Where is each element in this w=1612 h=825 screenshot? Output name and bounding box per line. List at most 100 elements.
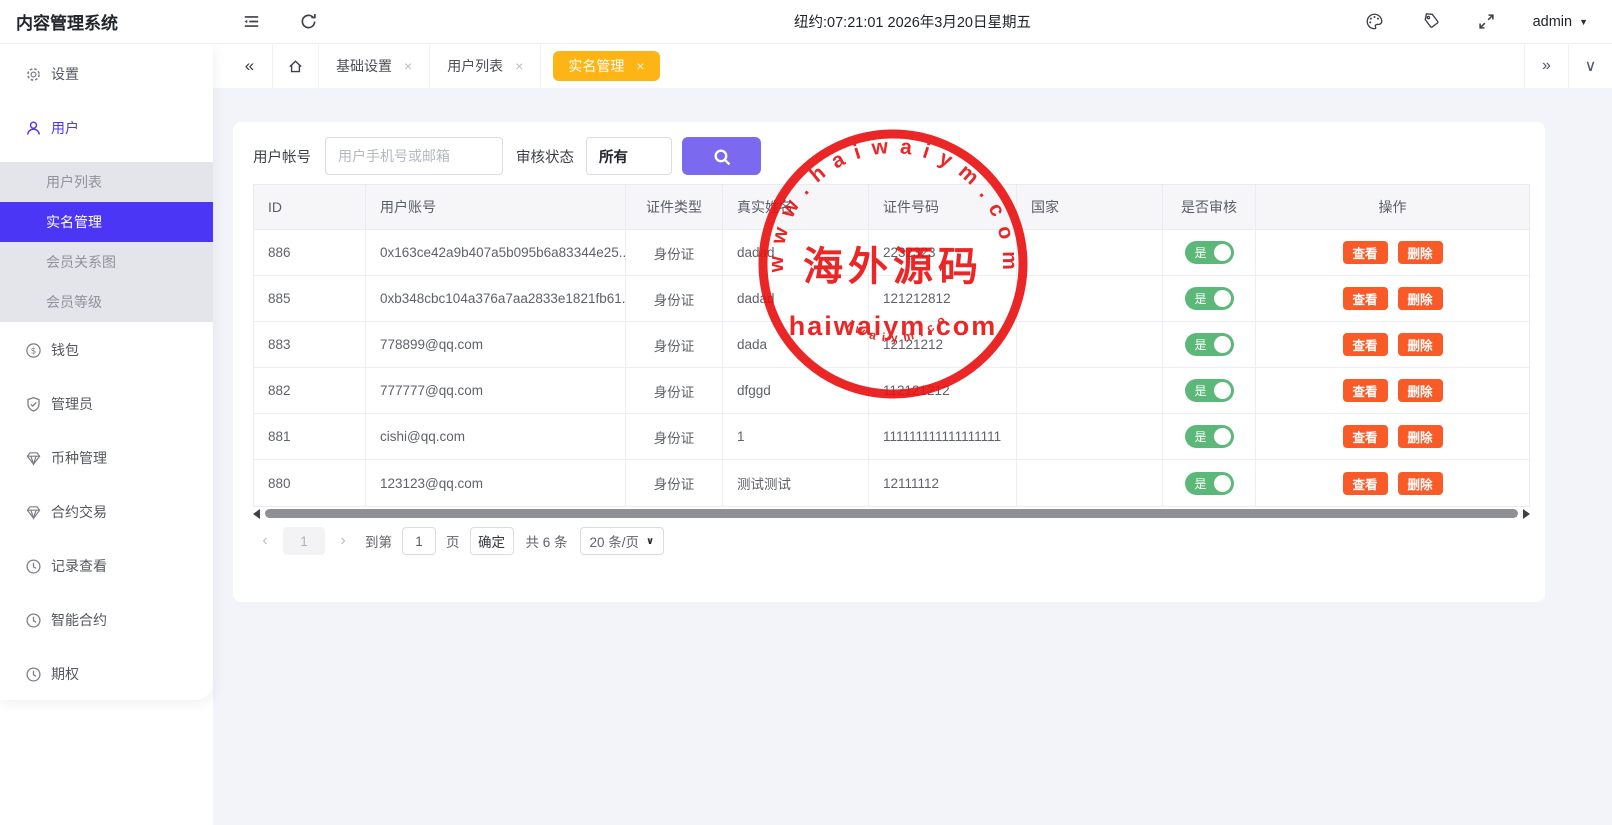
tag-icon[interactable]	[1421, 12, 1441, 32]
cell-cert-no: 2232323	[869, 230, 1017, 275]
cell-id: 886	[254, 230, 366, 275]
cell-account: 777777@qq.com	[366, 368, 626, 413]
top-bar: 内容管理系统 纽约:07:21:01 2026年3月20日星期五 admin ▼	[0, 0, 1612, 44]
delete-button[interactable]: 删除	[1398, 472, 1443, 495]
tabs-menu-chevron-icon[interactable]: ∨	[1568, 44, 1612, 88]
theme-palette-icon[interactable]	[1365, 12, 1385, 32]
sidebar-item-label: 钱包	[51, 340, 79, 360]
view-button[interactable]: 查看	[1343, 287, 1388, 310]
fullscreen-icon[interactable]	[1477, 12, 1497, 32]
sidebar-item-currency-management[interactable]: 币种管理	[0, 438, 213, 478]
sidebar-item-smart-contract[interactable]: 智能合约	[0, 600, 213, 640]
account-filter-input[interactable]	[325, 137, 503, 175]
home-tab[interactable]	[273, 44, 319, 88]
sidebar-collapse-icon[interactable]	[241, 12, 261, 32]
content-card: 用户帐号 审核状态 所有 ID 用户账号 证件类型 真实姓名 证件号码 国家 是…	[233, 122, 1545, 602]
cell-real-name: dfggd	[723, 368, 869, 413]
status-filter-select[interactable]: 所有	[586, 137, 672, 175]
close-icon[interactable]: ×	[515, 58, 523, 74]
app-title: 内容管理系统	[0, 9, 213, 34]
view-button[interactable]: 查看	[1343, 425, 1388, 448]
table-row: 882777777@qq.com身份证dfggd112121212是查看删除	[254, 368, 1529, 414]
view-button[interactable]: 查看	[1343, 241, 1388, 264]
delete-button[interactable]: 删除	[1398, 241, 1443, 264]
audit-toggle[interactable]: 是	[1185, 333, 1234, 356]
cell-cert-no: 12121212	[869, 322, 1017, 367]
cell-real-name: 1	[723, 414, 869, 459]
toggle-knob	[1214, 475, 1231, 492]
column-header-id: ID	[254, 185, 366, 229]
tab-realname-management[interactable]: 实名管理 ×	[553, 51, 659, 81]
cell-real-name: dadad	[723, 276, 869, 321]
gem-icon	[25, 450, 42, 467]
sidebar-item-wallet[interactable]: 钱包	[0, 330, 213, 370]
user-name: admin	[1533, 14, 1573, 30]
audit-toggle[interactable]: 是	[1185, 241, 1234, 264]
sidebar-item-member-relation-graph[interactable]: 会员关系图	[0, 242, 213, 282]
cell-cert-type: 身份证	[626, 460, 723, 506]
prev-page-button[interactable]: ‹	[253, 532, 277, 550]
sidebar-item-realname-management[interactable]: 实名管理	[0, 202, 213, 242]
toggle-knob	[1214, 336, 1231, 353]
sidebar-item-label: 设置	[51, 64, 79, 84]
close-icon[interactable]: ×	[636, 58, 644, 74]
current-page-button[interactable]: 1	[283, 527, 325, 555]
cell-audited: 是	[1163, 368, 1256, 413]
cell-audited: 是	[1163, 414, 1256, 459]
column-header-actions: 操作	[1256, 185, 1529, 229]
delete-button[interactable]: 删除	[1398, 425, 1443, 448]
search-button[interactable]	[682, 137, 761, 175]
tabs-scroll-right-icon[interactable]: »	[1524, 44, 1568, 88]
cell-audited: 是	[1163, 230, 1256, 275]
page-size-select[interactable]: 20 条/页 ∨	[580, 527, 665, 555]
sidebar-item-users[interactable]: 用户	[0, 108, 213, 148]
cell-country	[1017, 414, 1163, 459]
sidebar-item-records[interactable]: 记录查看	[0, 546, 213, 586]
refresh-icon[interactable]	[298, 12, 318, 32]
page-unit-label: 页	[446, 531, 460, 551]
user-icon	[25, 120, 42, 137]
cell-cert-type: 身份证	[626, 230, 723, 275]
tab-user-list[interactable]: 用户列表 ×	[430, 44, 541, 88]
next-page-button[interactable]: ›	[331, 532, 355, 550]
view-button[interactable]: 查看	[1343, 379, 1388, 402]
cell-cert-no: 12111112	[869, 460, 1017, 506]
sidebar-item-options[interactable]: 期权	[0, 654, 213, 694]
sidebar-item-contract-trading[interactable]: 合约交易	[0, 492, 213, 532]
toggle-on-label: 是	[1195, 290, 1207, 307]
audit-toggle[interactable]: 是	[1185, 425, 1234, 448]
toggle-knob	[1214, 428, 1231, 445]
sidebar-item-settings[interactable]: 设置	[0, 54, 213, 94]
sidebar-item-label: 智能合约	[51, 610, 107, 630]
user-menu[interactable]: admin ▼	[1533, 14, 1588, 30]
sidebar-item-admins[interactable]: 管理员	[0, 384, 213, 424]
tab-basic-settings[interactable]: 基础设置 ×	[319, 44, 430, 88]
horizontal-scrollbar[interactable]	[253, 507, 1530, 520]
table-row: 881cishi@qq.com身份证1111111111111111111是查看…	[254, 414, 1529, 460]
page-size-value: 20 条/页	[590, 531, 640, 551]
cell-country	[1017, 460, 1163, 506]
sidebar-item-member-level[interactable]: 会员等级	[0, 282, 213, 322]
chevron-down-icon: ▼	[1579, 17, 1588, 27]
goto-page-input[interactable]	[402, 527, 436, 555]
cell-cert-type: 身份证	[626, 276, 723, 321]
view-button[interactable]: 查看	[1343, 472, 1388, 495]
tabs-scroll-left-icon[interactable]: «	[227, 44, 273, 88]
audit-toggle[interactable]: 是	[1185, 287, 1234, 310]
delete-button[interactable]: 删除	[1398, 379, 1443, 402]
cell-audited: 是	[1163, 322, 1256, 367]
audit-toggle[interactable]: 是	[1185, 472, 1234, 495]
toggle-on-label: 是	[1195, 244, 1207, 261]
audit-toggle[interactable]: 是	[1185, 379, 1234, 402]
delete-button[interactable]: 删除	[1398, 333, 1443, 356]
view-button[interactable]: 查看	[1343, 333, 1388, 356]
scrollbar-thumb[interactable]	[265, 509, 1518, 518]
confirm-button[interactable]: 确定	[470, 527, 514, 555]
close-icon[interactable]: ×	[404, 58, 412, 74]
scroll-left-arrow-icon[interactable]	[253, 509, 260, 519]
sidebar-item-label: 用户	[51, 118, 79, 138]
delete-button[interactable]: 删除	[1398, 287, 1443, 310]
sidebar-item-user-list[interactable]: 用户列表	[0, 162, 213, 202]
cell-cert-no: 121212812	[869, 276, 1017, 321]
scroll-right-arrow-icon[interactable]	[1523, 509, 1530, 519]
